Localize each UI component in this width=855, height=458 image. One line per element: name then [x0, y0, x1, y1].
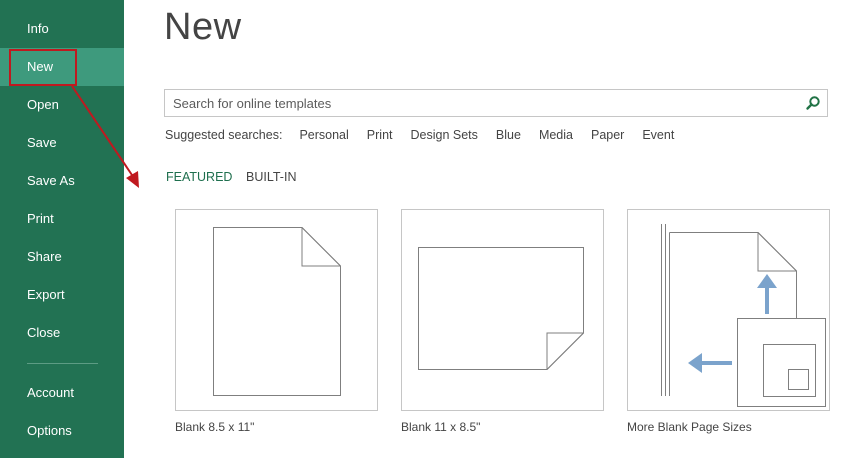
suggested-link-personal[interactable]: Personal — [299, 128, 348, 144]
suggested-link-event[interactable]: Event — [642, 128, 674, 144]
suggested-searches-label: Suggested searches: — [165, 128, 283, 142]
template-search-box — [164, 89, 828, 117]
suggested-link-design-sets[interactable]: Design Sets — [411, 128, 478, 144]
sidebar-item-print[interactable]: Print — [0, 200, 124, 238]
sidebar-item-save[interactable]: Save — [0, 124, 124, 162]
template-tile-blank-portrait[interactable] — [175, 209, 378, 411]
template-tile-blank-landscape[interactable] — [401, 209, 604, 411]
landscape-page-icon — [418, 247, 584, 370]
template-label-more-sizes: More Blank Page Sizes — [627, 420, 752, 434]
suggested-link-paper[interactable]: Paper — [591, 128, 624, 144]
tab-featured[interactable]: FEATURED — [166, 170, 232, 184]
template-tile-more-sizes[interactable] — [627, 209, 830, 411]
page-sizes-icon — [661, 224, 826, 407]
sidebar-item-export[interactable]: Export — [0, 276, 124, 314]
annotation-highlight-box — [9, 49, 77, 86]
sidebar-item-close[interactable]: Close — [0, 314, 124, 352]
suggested-link-blue[interactable]: Blue — [496, 128, 521, 144]
sidebar-item-account[interactable]: Account — [0, 374, 124, 412]
sidebar-item-open[interactable]: Open — [0, 86, 124, 124]
sidebar-item-info[interactable]: Info — [0, 10, 124, 48]
sidebar-divider — [27, 363, 98, 364]
portrait-page-icon — [213, 227, 341, 396]
sidebar-item-save-as[interactable]: Save As — [0, 162, 124, 200]
template-label-blank-portrait: Blank 8.5 x 11" — [175, 420, 255, 434]
suggested-link-media[interactable]: Media — [539, 128, 573, 144]
page-title: New — [164, 6, 242, 48]
sidebar-item-options[interactable]: Options — [0, 412, 124, 450]
suggested-link-print[interactable]: Print — [367, 128, 393, 144]
template-search-input[interactable] — [165, 90, 795, 116]
suggested-searches: Suggested searches: Personal Print Desig… — [165, 128, 692, 144]
sidebar-item-share[interactable]: Share — [0, 238, 124, 276]
search-icon[interactable] — [803, 93, 823, 113]
tab-built-in[interactable]: BUILT-IN — [246, 170, 296, 184]
template-label-blank-landscape: Blank 11 x 8.5" — [401, 420, 481, 434]
